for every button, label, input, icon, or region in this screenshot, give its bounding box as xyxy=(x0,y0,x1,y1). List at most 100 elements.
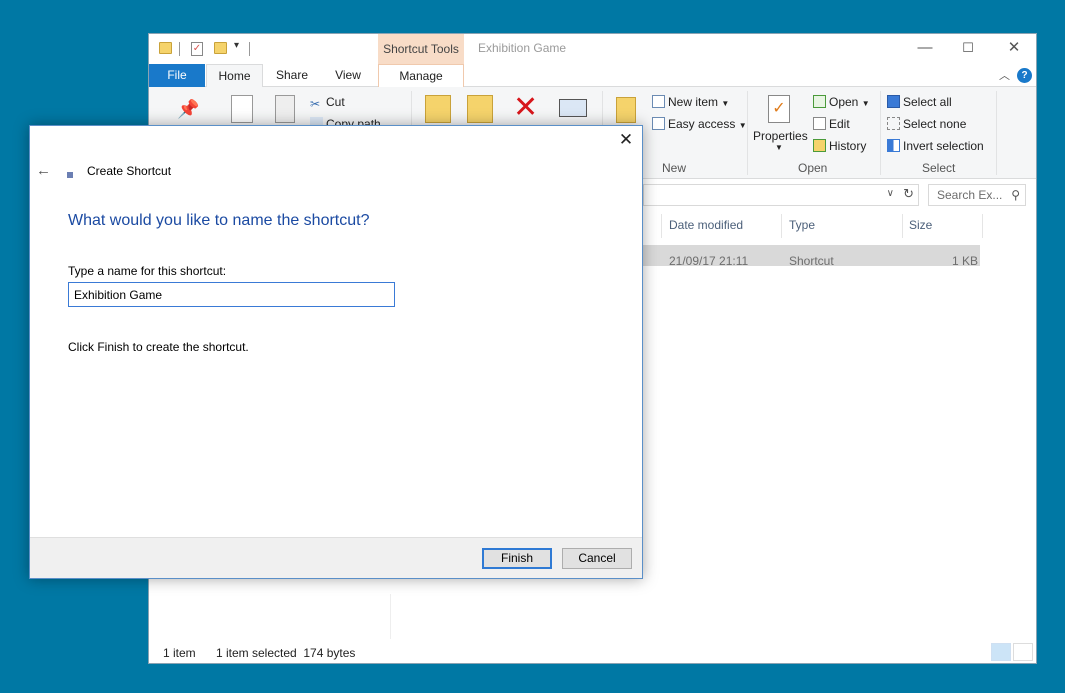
help-icon[interactable]: ? xyxy=(1017,68,1032,83)
column-separator xyxy=(982,214,983,238)
qat-separator xyxy=(179,42,180,56)
invert-selection-icon xyxy=(887,139,900,152)
open-group-label: Open xyxy=(798,161,828,175)
rename-icon[interactable] xyxy=(559,99,587,117)
collapse-ribbon-icon[interactable]: ︿ xyxy=(999,67,1010,83)
file-type: Shortcut xyxy=(789,254,834,268)
dropdown-arrow-icon: ▼ xyxy=(861,99,870,108)
address-bar[interactable]: ∨ ↻ xyxy=(643,184,919,206)
close-icon[interactable]: ✕ xyxy=(616,130,636,150)
tab-manage[interactable]: Manage xyxy=(378,64,464,87)
create-shortcut-dialog: ✕ ← Create Shortcut What would you like … xyxy=(29,125,643,579)
search-input[interactable]: Search Ex... ⚲ xyxy=(928,184,1026,206)
dialog-heading: What would you like to name the shortcut… xyxy=(68,212,370,229)
paste-icon[interactable] xyxy=(275,95,295,123)
column-size[interactable]: Size xyxy=(909,218,932,232)
open-icon xyxy=(813,95,826,108)
move-to-icon[interactable] xyxy=(425,95,451,123)
delete-icon[interactable]: ✕ xyxy=(513,93,538,123)
new-folder-qat-icon[interactable] xyxy=(214,42,227,54)
finish-instruction: Click Finish to create the shortcut. xyxy=(68,340,249,354)
column-separator xyxy=(781,214,782,238)
file-size: 1 KB xyxy=(952,254,979,268)
copy-icon[interactable] xyxy=(231,95,253,123)
new-item-icon xyxy=(652,95,665,108)
edit-label: Edit xyxy=(829,117,850,131)
search-placeholder: Search Ex... xyxy=(937,188,1003,202)
history-button[interactable]: History xyxy=(813,139,866,153)
shortcut-icon xyxy=(67,172,73,178)
easy-access-icon xyxy=(652,117,665,130)
select-all-button[interactable]: Select all xyxy=(887,95,952,109)
open-label: Open xyxy=(829,95,859,109)
select-none-button[interactable]: Select none xyxy=(887,117,966,131)
tab-file[interactable]: File xyxy=(149,64,205,87)
select-all-label: Select all xyxy=(903,95,952,109)
tab-home[interactable]: Home xyxy=(206,64,263,88)
shortcut-name-label: Type a name for this shortcut: xyxy=(68,264,227,278)
ribbon-tabs: File Home Share View Manage ︿ ? xyxy=(149,64,1036,88)
easy-access-label: Easy access xyxy=(668,117,736,131)
copy-to-icon[interactable] xyxy=(467,95,493,123)
new-item-button[interactable]: New item ▼ xyxy=(652,95,729,109)
dialog-title: Create Shortcut xyxy=(87,164,172,178)
status-bar: 1 item 1 item selected 174 bytes xyxy=(149,642,1036,664)
pin-icon[interactable]: 📌 xyxy=(177,99,199,121)
tab-view[interactable]: View xyxy=(323,64,373,87)
cut-button[interactable]: ✂ Cut xyxy=(310,95,345,111)
cut-label: Cut xyxy=(326,95,345,109)
cancel-button[interactable]: Cancel xyxy=(562,548,632,569)
chevron-down-icon[interactable]: ∨ xyxy=(887,188,894,199)
column-type[interactable]: Type xyxy=(789,218,815,232)
group-separator xyxy=(880,91,881,175)
properties-qat-icon[interactable]: ✓ xyxy=(191,42,203,56)
edit-button[interactable]: Edit xyxy=(813,117,850,131)
title-bar: ✓ ▾ Shortcut Tools Exhibition Game — ☐ ✕ xyxy=(149,34,1036,64)
shortcut-name-field[interactable] xyxy=(68,282,395,307)
column-separator xyxy=(902,214,903,238)
details-view-icon[interactable] xyxy=(991,643,1011,661)
new-folder-icon[interactable] xyxy=(616,97,636,123)
back-arrow-icon[interactable]: ← xyxy=(36,162,51,179)
group-separator xyxy=(747,91,748,175)
edit-icon xyxy=(813,117,826,130)
dropdown-arrow-icon: ▼ xyxy=(721,99,730,108)
file-date-modified: 21/09/17 21:11 xyxy=(669,254,749,268)
new-item-label: New item xyxy=(668,95,719,109)
refresh-icon[interactable]: ↻ xyxy=(903,186,914,202)
shortcut-tools-label: Shortcut Tools xyxy=(378,34,464,64)
qat-separator xyxy=(249,42,250,56)
history-icon xyxy=(813,139,826,152)
select-none-label: Select none xyxy=(903,117,967,131)
properties-dropdown-icon[interactable]: ▼ xyxy=(775,143,783,152)
window-title: Exhibition Game xyxy=(478,41,567,55)
tab-share[interactable]: Share xyxy=(267,64,317,87)
finish-button[interactable]: Finish xyxy=(482,548,552,569)
navigation-pane-divider[interactable] xyxy=(390,594,391,639)
new-group-label: New xyxy=(662,161,687,175)
maximize-icon[interactable]: ☐ xyxy=(958,39,978,57)
search-icon: ⚲ xyxy=(1011,188,1020,202)
group-separator xyxy=(996,91,997,175)
folder-icon xyxy=(159,42,172,54)
select-none-icon xyxy=(887,117,900,130)
properties-button[interactable]: Properties xyxy=(753,129,808,143)
dropdown-arrow-icon: ▼ xyxy=(738,121,747,130)
selection-info: 1 item selected 174 bytes xyxy=(216,646,356,660)
open-button[interactable]: Open ▼ xyxy=(813,95,870,109)
qat-dropdown-icon[interactable]: ▾ xyxy=(234,40,239,51)
large-icons-view-icon[interactable] xyxy=(1013,643,1033,661)
invert-selection-button[interactable]: Invert selection xyxy=(887,139,984,153)
select-all-icon xyxy=(887,95,900,108)
close-icon[interactable]: ✕ xyxy=(1004,39,1024,57)
dialog-footer: Finish Cancel xyxy=(30,537,642,578)
easy-access-button[interactable]: Easy access ▼ xyxy=(652,117,747,131)
minimize-icon[interactable]: — xyxy=(915,39,935,57)
item-count: 1 item xyxy=(163,646,196,660)
column-separator xyxy=(661,214,662,238)
history-label: History xyxy=(829,139,867,153)
select-group-label: Select xyxy=(922,161,956,175)
column-date-modified[interactable]: Date modified xyxy=(669,218,743,232)
scissors-icon: ✂ xyxy=(310,97,321,111)
properties-icon[interactable]: ✓ xyxy=(768,95,790,123)
